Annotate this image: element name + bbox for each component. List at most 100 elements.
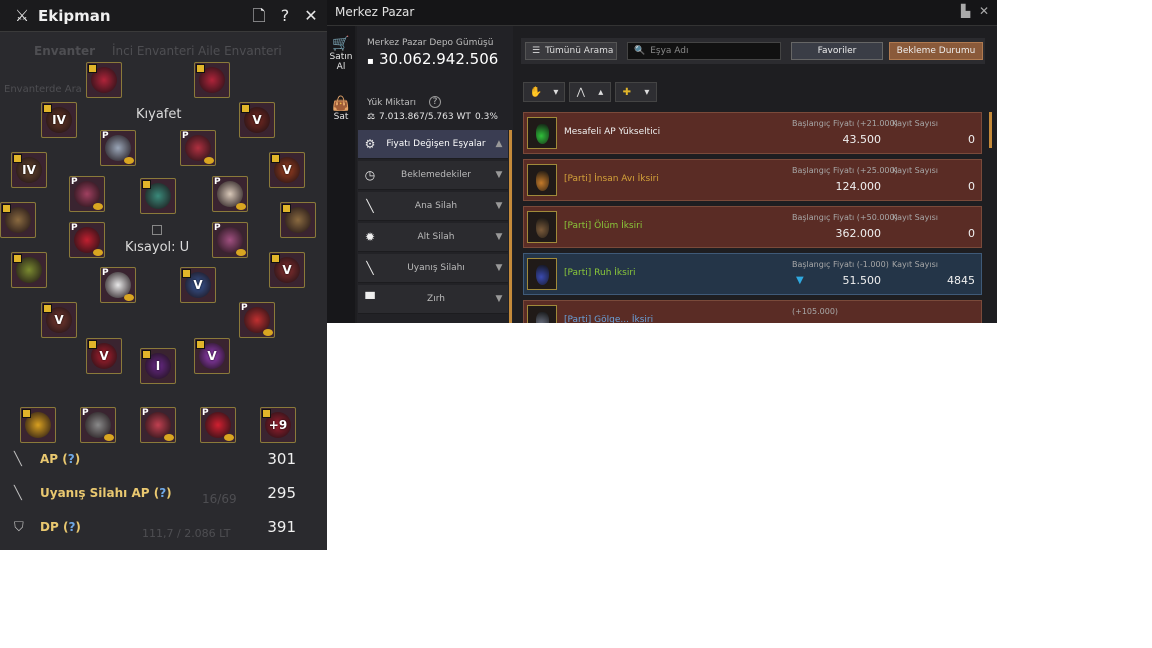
filter-button-1[interactable]: ✋ ▾ — [523, 82, 565, 102]
coin-icon — [164, 434, 174, 441]
tab-sell[interactable]: 👜 Sat — [327, 96, 355, 122]
equipment-slot[interactable]: IV — [41, 102, 77, 138]
market-titlebar: Merkez Pazar ▙ ✕ — [327, 0, 997, 26]
deposit-value: 30.062.942.506 — [379, 50, 499, 68]
count-label: Kayıt Sayısı — [892, 166, 938, 175]
category-item[interactable]: ⚙ Fiyatı Değişen Eşyalar ▲ — [358, 130, 508, 159]
filter-button-2[interactable]: ⋀ ▴ — [569, 82, 611, 102]
coin-icon — [236, 249, 246, 256]
chevron-down-icon: ▼ — [495, 263, 503, 273]
equipment-slot[interactable]: V — [269, 252, 305, 288]
equipment-slot[interactable]: I — [140, 348, 176, 384]
help-icon[interactable]: ? — [275, 6, 295, 26]
equipment-slot[interactable] — [280, 202, 316, 238]
close-icon[interactable]: ✕ — [301, 6, 321, 26]
category-item[interactable]: ╲ Uyanış Silahı ▼ — [358, 254, 508, 283]
equipment-slot[interactable]: P — [212, 176, 248, 212]
item-count: 0 — [968, 227, 975, 240]
equipment-window: ⚔ Ekipman 🗋 ? ✕ Envanter İnci Envanteri … — [0, 0, 327, 550]
tab-buy[interactable]: 🛒 Satın Al — [327, 36, 355, 72]
equipment-slot[interactable]: P — [200, 407, 236, 443]
help-icon[interactable]: ? — [68, 520, 75, 534]
chevron-down-icon: ▼ — [495, 201, 503, 211]
coin-icon — [124, 157, 134, 164]
equipment-slot[interactable]: IV — [11, 152, 47, 188]
close-icon[interactable]: ✕ — [979, 4, 989, 18]
pearl-badge-icon: P — [71, 223, 78, 233]
item-name: [Parti] Ölüm İksiri — [564, 221, 643, 231]
rank-tag-icon — [22, 409, 31, 418]
market-item-row[interactable]: [Parti] Gölge... İksiri (+105.000) — [523, 300, 982, 323]
chevron-down-icon: ▼ — [495, 232, 503, 242]
equipment-slot[interactable]: P — [239, 302, 275, 338]
enhance-rank: V — [282, 263, 292, 277]
pearl-badge-icon: P — [202, 408, 209, 418]
category-item[interactable]: ╲ Ana Silah ▼ — [358, 192, 508, 221]
enhance-rank: V — [99, 349, 109, 363]
equipment-slot[interactable]: P — [100, 267, 136, 303]
equipment-slot[interactable]: P — [69, 222, 105, 258]
help-icon[interactable]: ? — [429, 96, 441, 108]
equipment-slot[interactable]: V — [269, 152, 305, 188]
equipment-slot[interactable]: P — [140, 407, 176, 443]
category-scrollbar[interactable] — [509, 130, 512, 323]
favorites-button[interactable]: Favoriler — [791, 42, 883, 60]
market-item-row[interactable]: [Parti] Ölüm İksiri Başlangıç Fiyatı (+50… — [523, 206, 982, 248]
equipment-slot[interactable] — [194, 62, 230, 98]
help-icon[interactable]: ? — [159, 486, 166, 500]
help-icon[interactable]: ? — [68, 452, 75, 466]
coin-icon — [93, 203, 103, 210]
market-side-tabs: 🛒 Satın Al 👜 Sat — [327, 26, 355, 323]
waiting-status-button[interactable]: Bekleme Durumu — [889, 42, 983, 60]
rank-tag-icon — [2, 204, 11, 213]
coin-icon — [204, 157, 214, 164]
stat-dp-label: DP — [40, 520, 59, 534]
equipment-slot[interactable]: V — [41, 302, 77, 338]
item-price: 43.500 — [842, 133, 882, 146]
equipment-slot[interactable]: P — [212, 222, 248, 258]
equipment-slots: IV V P P IV V P P P P V V P P V V I V — [0, 32, 327, 392]
equipment-slot[interactable] — [20, 407, 56, 443]
pin-icon[interactable]: ▙ — [961, 4, 970, 18]
equipment-slot[interactable]: +9 — [260, 407, 296, 443]
chevron-down-icon: ▼ — [495, 170, 503, 180]
market-item-row[interactable]: [Parti] Ruh İksiri Başlangıç Fiyatı (-1.0… — [523, 253, 982, 295]
category-item[interactable]: ✹ Alt Silah ▼ — [358, 223, 508, 252]
equipment-slot[interactable]: P — [69, 176, 105, 212]
rank-tag-icon — [271, 154, 280, 163]
equipment-slot[interactable] — [140, 178, 176, 214]
item-price: 124.000 — [835, 180, 882, 193]
tab-sell-label: Sat — [333, 112, 349, 122]
category-icon: ⚙ — [364, 137, 376, 151]
equipment-slot[interactable]: V — [239, 102, 275, 138]
item-count: 4845 — [947, 274, 975, 287]
market-item-row[interactable]: [Parti] İnsan Avı İksiri Başlangıç Fiyatı… — [523, 159, 982, 201]
equipment-slot[interactable]: V — [180, 267, 216, 303]
item-scrollbar[interactable] — [989, 112, 992, 148]
equipment-slot[interactable] — [0, 202, 36, 238]
coin-icon — [224, 434, 234, 441]
chevron-down-icon: ▾ — [644, 86, 650, 98]
sword-icon: ╲ — [14, 451, 22, 467]
rank-tag-icon — [282, 204, 291, 213]
sort-icon: ▴ — [598, 86, 604, 98]
market-item-row[interactable]: Mesafeli AP Yükseltici Başlangıç Fiyatı (… — [523, 112, 982, 154]
equipment-slot[interactable]: V — [194, 338, 230, 374]
search-input[interactable]: 🔍 Eşya Adı — [627, 42, 781, 60]
pearl-badge-icon: P — [214, 223, 221, 233]
equipment-slot[interactable]: P — [80, 407, 116, 443]
rank-tag-icon — [182, 269, 191, 278]
category-item[interactable]: ▀ Zırh ▼ — [358, 285, 508, 314]
item-count: 0 — [968, 133, 975, 146]
equipment-slot[interactable] — [11, 252, 47, 288]
equipment-slot[interactable]: V — [86, 338, 122, 374]
filter-button-3[interactable]: ✚ ▾ — [615, 82, 657, 102]
category-item[interactable]: ◷ Beklemedekiler ▼ — [358, 161, 508, 190]
document-icon[interactable]: 🗋 — [249, 6, 269, 26]
search-icon: 🔍 — [634, 46, 646, 56]
equipment-slot[interactable]: P — [100, 130, 136, 166]
search-type-dropdown[interactable]: ☰ Tümünü Arama — [525, 42, 617, 60]
equipment-slot[interactable]: P — [180, 130, 216, 166]
market-window: Merkez Pazar ▙ ✕ 🛒 Satın Al 👜 Sat Merkez… — [327, 0, 997, 323]
equipment-slot[interactable] — [86, 62, 122, 98]
